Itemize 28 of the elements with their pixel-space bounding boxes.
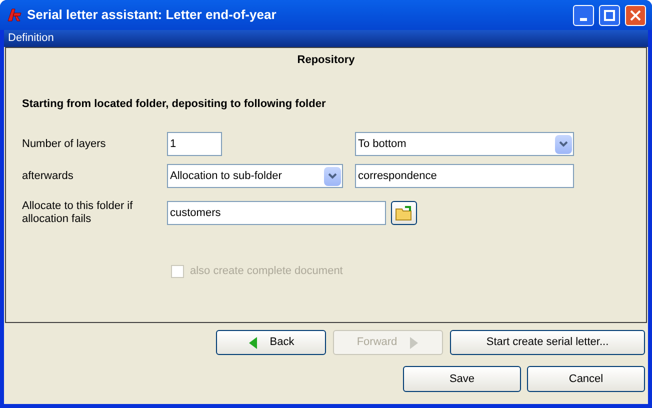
start-button[interactable]: Start create serial letter... (450, 330, 645, 355)
browse-folder-button[interactable] (391, 201, 417, 225)
close-button[interactable] (625, 4, 646, 26)
close-icon (630, 10, 641, 20)
field-label: Number of layers (22, 136, 107, 152)
checkbox-label: also create complete document (190, 264, 343, 279)
app-logo-icon (6, 7, 22, 23)
folder-icon (395, 205, 413, 221)
back-button[interactable]: Back (216, 330, 326, 355)
direction-dropdown[interactable]: To bottom (355, 132, 574, 156)
right-arrow-icon (409, 336, 420, 350)
field-label: Allocate to this folder if allocation fails (22, 200, 134, 226)
dialog-button[interactable]: Cancel (527, 366, 645, 392)
field-label: afterwards (22, 168, 74, 184)
section-title: Repository (296, 53, 356, 68)
window-title: Serial letter assistant: Letter end-of-year (27, 6, 278, 24)
layers-field[interactable]: 1 (167, 132, 222, 156)
allocation-dropdown[interactable]: Allocation to sub-folder (167, 164, 343, 188)
minimize-icon (580, 18, 587, 20)
minimize-button[interactable] (573, 4, 594, 26)
left-arrow-icon (248, 336, 258, 350)
maximize-icon (604, 10, 615, 20)
folder-field[interactable]: customers (167, 201, 386, 225)
menu-item[interactable]: Definition (8, 30, 54, 47)
subfolder-field[interactable]: correspondence (355, 164, 574, 188)
dialog-button[interactable]: Save (403, 366, 521, 392)
section-heading: Starting from located folder, depositing to following folder (22, 96, 327, 112)
maximize-button[interactable] (599, 4, 620, 26)
